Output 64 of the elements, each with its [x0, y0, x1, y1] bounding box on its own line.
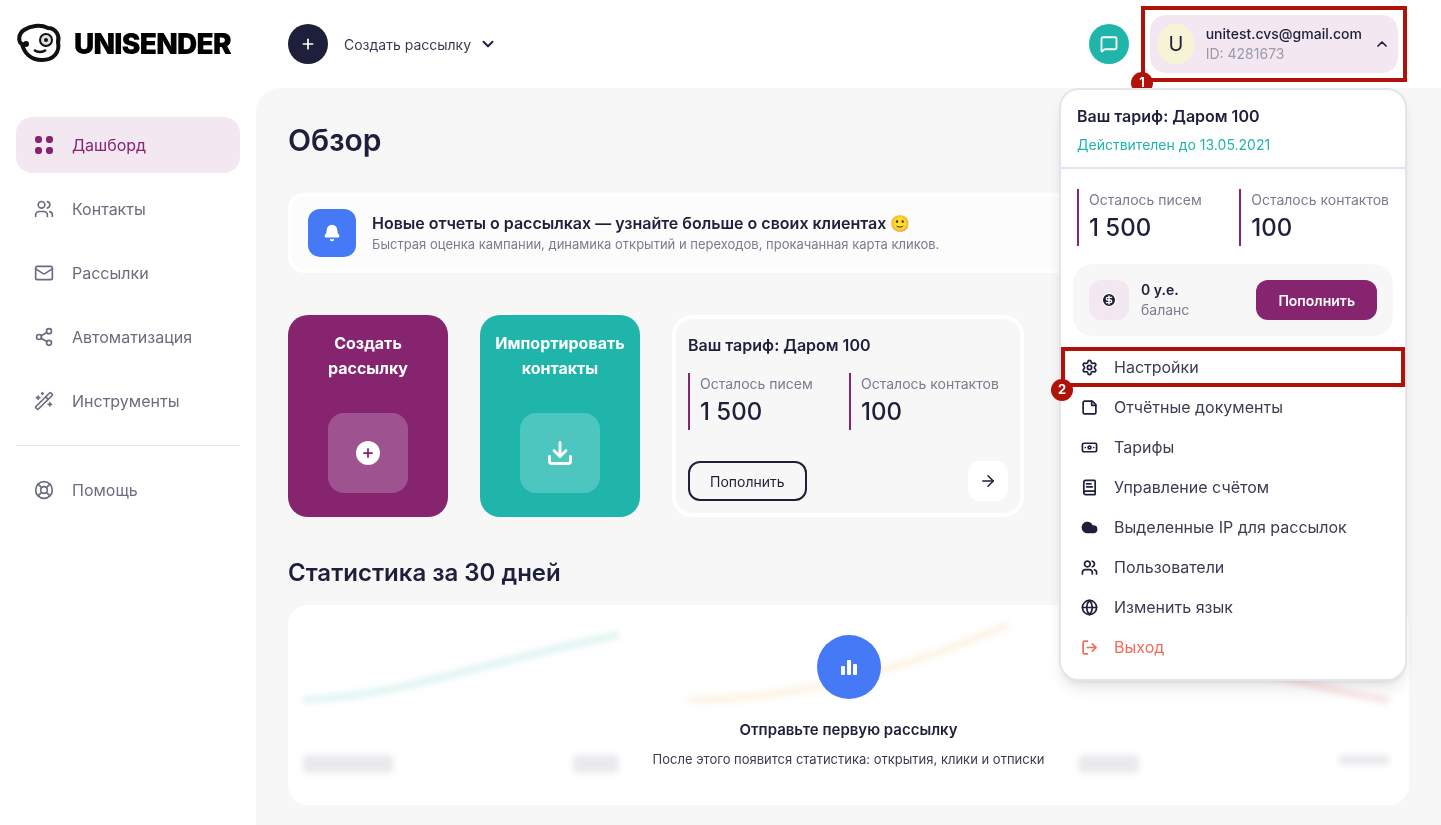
empty-text: После этого появится статистика: открытия, клики и отписки — [652, 749, 1045, 769]
bell-icon — [323, 224, 341, 242]
empty-title: Отправьте первую рассылку — [739, 719, 958, 741]
people-icon — [34, 199, 54, 219]
download-icon — [546, 439, 574, 467]
plus-button[interactable] — [288, 24, 328, 64]
envelope-icon — [34, 263, 54, 283]
stat-value: 100 — [861, 396, 903, 428]
menu-item[interactable]: Управление счётом — [1065, 471, 1401, 503]
stat-value: 1 500 — [700, 396, 764, 428]
logout-icon — [1081, 638, 1098, 656]
tariff-title: Ваш тариф: Даром 100 — [1077, 105, 1261, 128]
grid-icon — [34, 135, 54, 155]
banner-title: Новые отчеты о рассылках — узнайте больше о своих клиентах 🙂 — [372, 212, 912, 236]
nodes-icon — [34, 327, 54, 347]
stat-label: Осталось контактов — [1251, 190, 1389, 210]
next-button[interactable] — [968, 461, 1008, 501]
people-icon — [1081, 558, 1098, 576]
plus-icon — [300, 36, 316, 52]
stat-value: 1 500 — [1089, 212, 1153, 244]
card-title: Импортировать контакты — [494, 332, 626, 380]
user-email: unitest.cvs@gmail.com — [1205, 24, 1362, 44]
dollar-coin-icon — [1101, 292, 1117, 308]
chat-button[interactable] — [1089, 24, 1129, 64]
top-up-button[interactable]: Пополнить — [1256, 280, 1377, 320]
user-id: ID: 4281673 — [1205, 44, 1285, 64]
tariff-valid-until: Действителен до 13.05.2021 — [1077, 135, 1272, 155]
chat-icon — [1100, 35, 1118, 53]
logo-text: UNISENDER — [74, 26, 232, 63]
card-title: Создать рассылку — [327, 332, 409, 380]
user-menu-button[interactable]: U unitest.cvs@gmail.com ID: 4281673 — [1150, 15, 1398, 73]
step-badge: 2 — [1051, 379, 1073, 401]
menu-item[interactable]: Выделенные IP для рассылок — [1065, 511, 1401, 543]
avatar: U — [1158, 24, 1194, 64]
plus-icon — [356, 441, 380, 465]
globe-icon — [1081, 598, 1098, 616]
sidebar-item[interactable]: Дашборд — [16, 117, 240, 173]
sidebar-item[interactable]: Помощь — [16, 462, 240, 518]
page-title: Обзор — [288, 121, 382, 160]
section-title: Статистика за 30 дней — [288, 557, 561, 589]
balance-label: баланс — [1141, 300, 1190, 320]
arrow-right-icon — [979, 472, 997, 490]
sidebar-item[interactable]: Контакты — [16, 181, 240, 237]
create-campaign-card[interactable]: Создать рассылку — [288, 315, 448, 517]
create-campaign-dropdown[interactable]: Создать рассылку — [344, 33, 498, 55]
banner-text: Быстрая оценка кампании, динамика открытий и переходов, прокачанная карта кликов. — [372, 235, 940, 255]
sidebar-item[interactable]: Автоматизация — [16, 309, 240, 365]
sidebar-item[interactable]: Инструменты — [16, 373, 240, 429]
menu-item[interactable]: Тарифы — [1065, 431, 1401, 463]
top-up-button[interactable]: Пополнить — [688, 461, 807, 501]
settings-icon — [1081, 358, 1098, 376]
menu-item[interactable]: Изменить язык — [1065, 591, 1401, 623]
bar-chart-icon — [839, 659, 858, 675]
stat-label: Осталось писем — [1089, 190, 1203, 210]
wand-icon — [34, 391, 54, 411]
balance-amount: 0 у.е. — [1141, 280, 1180, 300]
stat-label: Осталось писем — [700, 374, 814, 394]
document-icon — [1081, 398, 1098, 416]
tariff-title: Ваш тариф: Даром 100 — [688, 334, 872, 357]
stat-value: 100 — [1251, 212, 1294, 244]
sidebar-item[interactable]: Рассылки — [16, 245, 240, 301]
lifebuoy-icon — [34, 480, 54, 500]
book-icon — [1081, 478, 1098, 496]
menu-item[interactable]: Пользователи — [1065, 551, 1401, 583]
